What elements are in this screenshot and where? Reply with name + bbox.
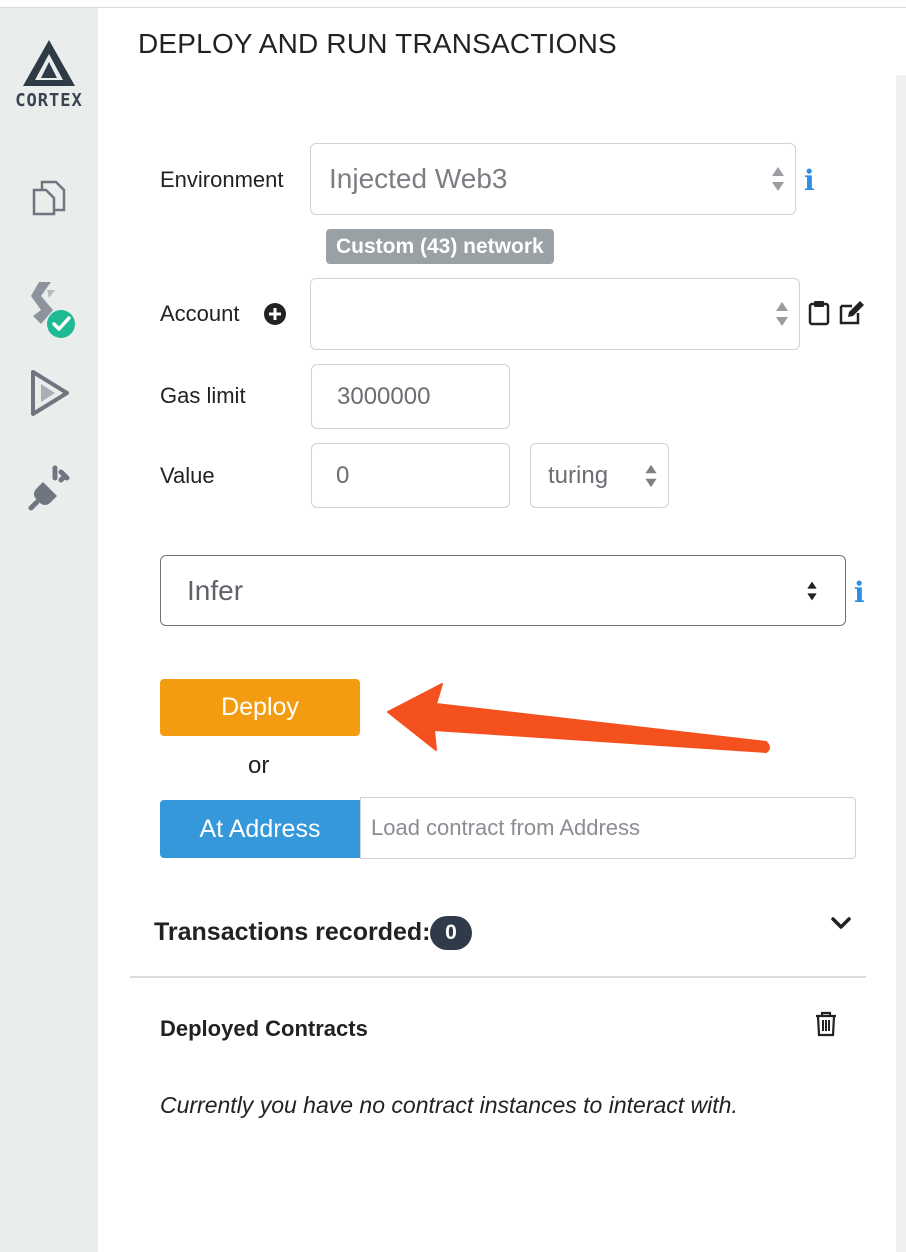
cortex-logo-icon <box>23 40 75 86</box>
deploy-run-icon[interactable] <box>0 368 98 418</box>
no-contracts-message: Currently you have no contract instances… <box>160 1092 738 1118</box>
deploy-button[interactable]: Deploy <box>160 679 360 736</box>
file-explorer-icon[interactable] <box>0 176 98 218</box>
compiler-icon[interactable] <box>0 276 98 340</box>
at-address-button[interactable]: At Address <box>160 800 360 858</box>
network-badge: Custom (43) network <box>326 229 554 264</box>
add-account-icon[interactable] <box>263 302 287 326</box>
environment-select[interactable]: Injected Web3 <box>310 143 796 215</box>
value-unit: turing <box>548 461 609 489</box>
trash-icon[interactable] <box>814 1011 838 1037</box>
value-label: Value <box>160 463 215 488</box>
annotation-arrow <box>387 683 770 753</box>
account-label: Account <box>160 301 240 326</box>
chevron-down-icon[interactable] <box>830 912 852 934</box>
gas-limit-input[interactable]: 3000000 <box>311 364 510 429</box>
transactions-recorded-label: Transactions recorded: <box>154 918 431 946</box>
value-input[interactable]: 0 <box>311 443 510 508</box>
at-address-input[interactable]: Load contract from Address <box>360 797 856 859</box>
environment-value: Injected Web3 <box>329 163 508 194</box>
account-select[interactable] <box>310 278 800 350</box>
copy-clipboard-icon[interactable] <box>808 300 830 326</box>
deployed-contracts-label: Deployed Contracts <box>160 1016 368 1041</box>
contract-select[interactable]: Infer <box>160 555 846 626</box>
contract-info-icon[interactable]: i <box>854 576 865 609</box>
select-arrows-icon <box>776 302 788 326</box>
or-label: or <box>248 752 270 779</box>
select-arrows-icon <box>772 167 784 191</box>
icon-sidebar: CORTEX <box>0 8 98 1252</box>
value-unit-select[interactable]: turing <box>530 443 669 508</box>
environment-info-icon[interactable]: i <box>804 164 815 197</box>
section-divider <box>130 976 866 978</box>
environment-label: Environment <box>160 167 284 192</box>
gas-limit-label: Gas limit <box>160 383 246 408</box>
select-arrows-icon <box>807 581 817 600</box>
panel-title: DEPLOY AND RUN TRANSACTIONS <box>138 28 617 59</box>
transactions-count-badge: 0 <box>430 916 472 950</box>
window-top-border <box>0 0 906 8</box>
panel-scrollbar[interactable] <box>896 75 906 1252</box>
plugin-manager-icon[interactable] <box>0 464 98 512</box>
logo-text: CORTEX <box>15 90 83 111</box>
edit-icon[interactable] <box>838 300 866 326</box>
cortex-logo[interactable]: CORTEX <box>0 38 98 111</box>
select-arrows-icon <box>645 464 657 487</box>
contract-value: Infer <box>187 574 244 606</box>
